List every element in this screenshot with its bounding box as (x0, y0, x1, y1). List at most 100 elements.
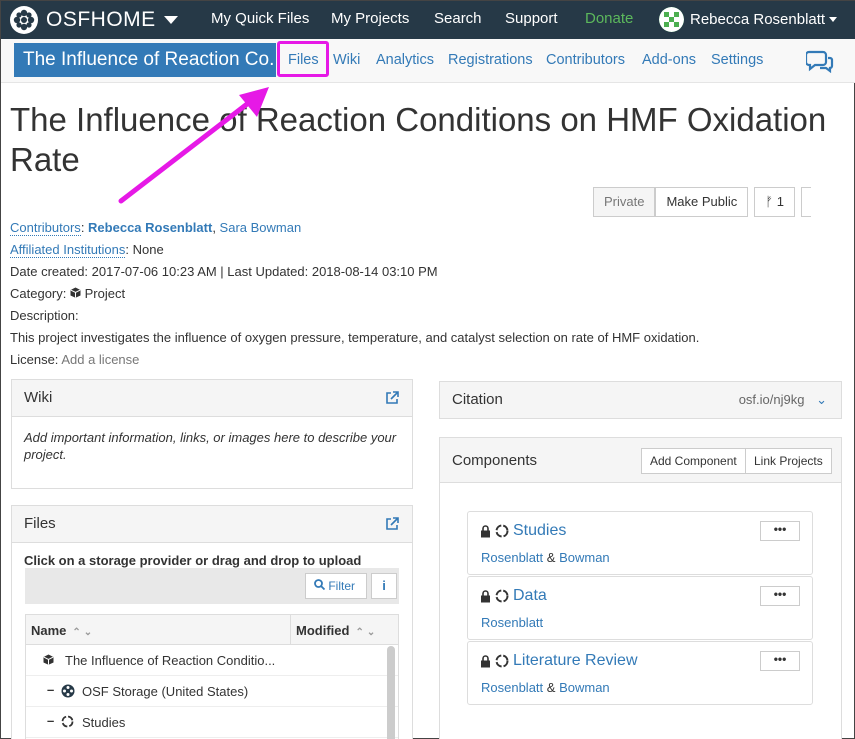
component-authors: Rosenblatt (481, 615, 543, 630)
fork-button[interactable]: ᚠ 1 (754, 187, 795, 217)
component-title[interactable]: Literature Review (480, 652, 638, 670)
component-icon (495, 524, 509, 538)
component-options-button[interactable]: ••• (760, 651, 800, 671)
make-public-button[interactable]: Make Public (655, 187, 749, 217)
external-link-icon[interactable] (385, 517, 399, 531)
external-link-icon[interactable] (385, 391, 399, 405)
sort-icon[interactable]: ⌃⌄ (72, 627, 95, 638)
chevron-down-icon: ⌄ (816, 392, 827, 407)
tab-files[interactable]: Files (288, 52, 319, 68)
files-panel-header: Files (12, 506, 412, 543)
citation-url: osf.io/nj9kg ⌄ (739, 392, 827, 408)
nav-my-quick-files[interactable]: My Quick Files (211, 10, 309, 27)
component-title[interactable]: Data (480, 587, 547, 605)
tab-registrations[interactable]: Registrations (448, 52, 533, 68)
info-button[interactable]: i (371, 573, 397, 599)
contributors-label[interactable]: Contributors (10, 220, 81, 236)
component-options-button[interactable]: ••• (760, 586, 800, 606)
contributor-link[interactable]: Sara Bowman (220, 220, 302, 235)
fork-count: 1 (776, 194, 784, 209)
author-link[interactable]: Bowman (559, 680, 610, 695)
column-name[interactable]: Name ⌃⌄ (31, 623, 95, 638)
lock-icon (480, 524, 491, 538)
osf-home-menu[interactable]: OSFHOME (9, 5, 178, 35)
component-authors: Rosenblatt & Bowman (481, 680, 610, 695)
wiki-panel-title: Wiki (24, 389, 53, 406)
visibility-actions: Private Make Public ᚠ 1 (593, 187, 811, 217)
tab-settings[interactable]: Settings (711, 52, 763, 68)
nav-search[interactable]: Search (434, 10, 482, 27)
license-line: License: Add a license (10, 352, 139, 367)
files-upload-hint: Click on a storage provider or drag and … (24, 553, 362, 568)
add-component-button[interactable]: Add Component (641, 448, 746, 474)
chevron-down-icon (163, 16, 178, 24)
file-row[interactable]: – OSF Storage (United States) (26, 676, 398, 707)
user-menu[interactable]: Rebecca Rosenblatt (659, 7, 838, 32)
brand-name: OSFHOME (46, 8, 156, 31)
search-icon (314, 579, 326, 591)
wiki-panel-header: Wiki (12, 380, 412, 417)
author-link[interactable]: Rosenblatt (481, 615, 543, 630)
citation-panel[interactable]: Citation osf.io/nj9kg ⌄ (439, 381, 842, 419)
collapse-icon[interactable]: – (47, 682, 54, 697)
license-label: License: (10, 352, 59, 367)
cube-icon (70, 287, 81, 298)
component-icon (495, 654, 509, 668)
file-row[interactable]: The Influence of Reaction Conditio... (26, 645, 398, 676)
component-options-button[interactable]: ••• (760, 521, 800, 541)
share-button[interactable] (800, 187, 811, 217)
scrollbar[interactable] (387, 646, 395, 739)
fork-icon: ᚠ (765, 194, 777, 209)
tab-add-ons[interactable]: Add-ons (642, 52, 696, 68)
files-panel: Files Click on a storage provider or dra… (11, 505, 413, 739)
cube-icon (43, 654, 54, 665)
column-name-label: Name (31, 623, 67, 638)
caret-down-icon (829, 17, 838, 22)
nav-my-projects[interactable]: My Projects (331, 10, 409, 27)
component-title-label: Studies (513, 522, 567, 539)
tab-analytics[interactable]: Analytics (376, 52, 434, 68)
nav-support[interactable]: Support (505, 10, 558, 27)
category-value: Project (84, 286, 126, 301)
tab-contributors[interactable]: Contributors (546, 52, 625, 68)
file-row-label: Studies (82, 715, 126, 730)
components-title: Components (452, 452, 538, 469)
description-label: Description: (10, 308, 79, 323)
comments-icon[interactable] (806, 49, 834, 73)
tab-wiki[interactable]: Wiki (333, 52, 360, 68)
category-line: Category: Project (10, 286, 125, 301)
author-link[interactable]: Bowman (559, 550, 610, 565)
category-label: Category: (10, 286, 67, 301)
file-row-label: OSF Storage (United States) (82, 684, 249, 699)
collapse-icon[interactable]: – (47, 713, 54, 728)
files-panel-title: Files (24, 515, 56, 532)
files-tree-header: Name ⌃⌄ Modified ⌃⌄ (26, 615, 398, 645)
add-license-link[interactable]: Add a license (61, 352, 139, 367)
author-link[interactable]: Rosenblatt (481, 680, 543, 695)
project-title-link[interactable]: The Influence of Reaction Co... (14, 43, 276, 77)
link-projects-button[interactable]: Link Projects (745, 448, 832, 474)
component-title-label: Literature Review (513, 652, 638, 669)
author-link[interactable]: Rosenblatt (481, 550, 543, 565)
lock-icon (480, 654, 491, 668)
sort-icon[interactable]: ⌃⌄ (355, 627, 378, 638)
component-title-label: Data (513, 587, 547, 604)
private-button[interactable]: Private (593, 187, 656, 217)
files-toolbar: Filter i (25, 568, 399, 604)
lock-icon (480, 589, 491, 603)
file-row[interactable]: – Studies (26, 707, 398, 738)
column-modified[interactable]: Modified ⌃⌄ (290, 615, 400, 645)
author-separator: & (546, 550, 556, 565)
component-title[interactable]: Studies (480, 522, 566, 540)
nav-donate[interactable]: Donate (585, 10, 633, 27)
affiliated-institutions-label[interactable]: Affiliated Institutions (10, 242, 126, 258)
filter-button[interactable]: Filter (305, 573, 367, 599)
top-navbar: OSFHOME My Quick Files My Projects Searc… (1, 1, 855, 39)
author-separator: & (546, 680, 556, 695)
contributors-line: Contributors: Rebecca Rosenblatt, Sara B… (10, 220, 302, 236)
user-name: Rebecca Rosenblatt (690, 11, 826, 28)
filter-label: Filter (328, 579, 356, 593)
contributor-link[interactable]: Rebecca Rosenblatt (88, 220, 212, 235)
affiliations-line: Affiliated Institutions: None (10, 242, 164, 258)
citation-url-text: osf.io/nj9kg (738, 392, 805, 407)
